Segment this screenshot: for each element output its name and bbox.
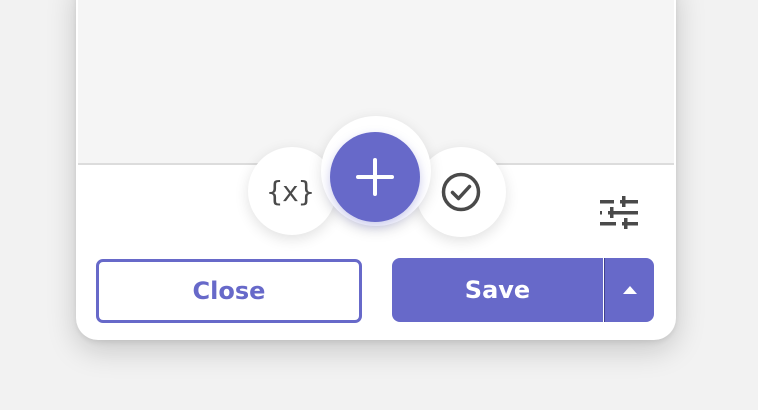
add-button[interactable] [330,132,420,222]
check-circle-icon [441,172,481,212]
settings-button[interactable] [600,196,638,230]
plus-icon [356,158,394,196]
sliders-icon [600,196,638,229]
screen: {x} Close Save [0,0,758,410]
save-button-label: Save [464,276,531,304]
caret-up-icon [622,286,637,294]
variable-icon: {x} [266,174,315,208]
save-options-button[interactable] [604,258,654,322]
close-button[interactable]: Close [96,259,362,323]
save-button[interactable]: Save [392,258,603,322]
close-button-label: Close [192,277,266,305]
